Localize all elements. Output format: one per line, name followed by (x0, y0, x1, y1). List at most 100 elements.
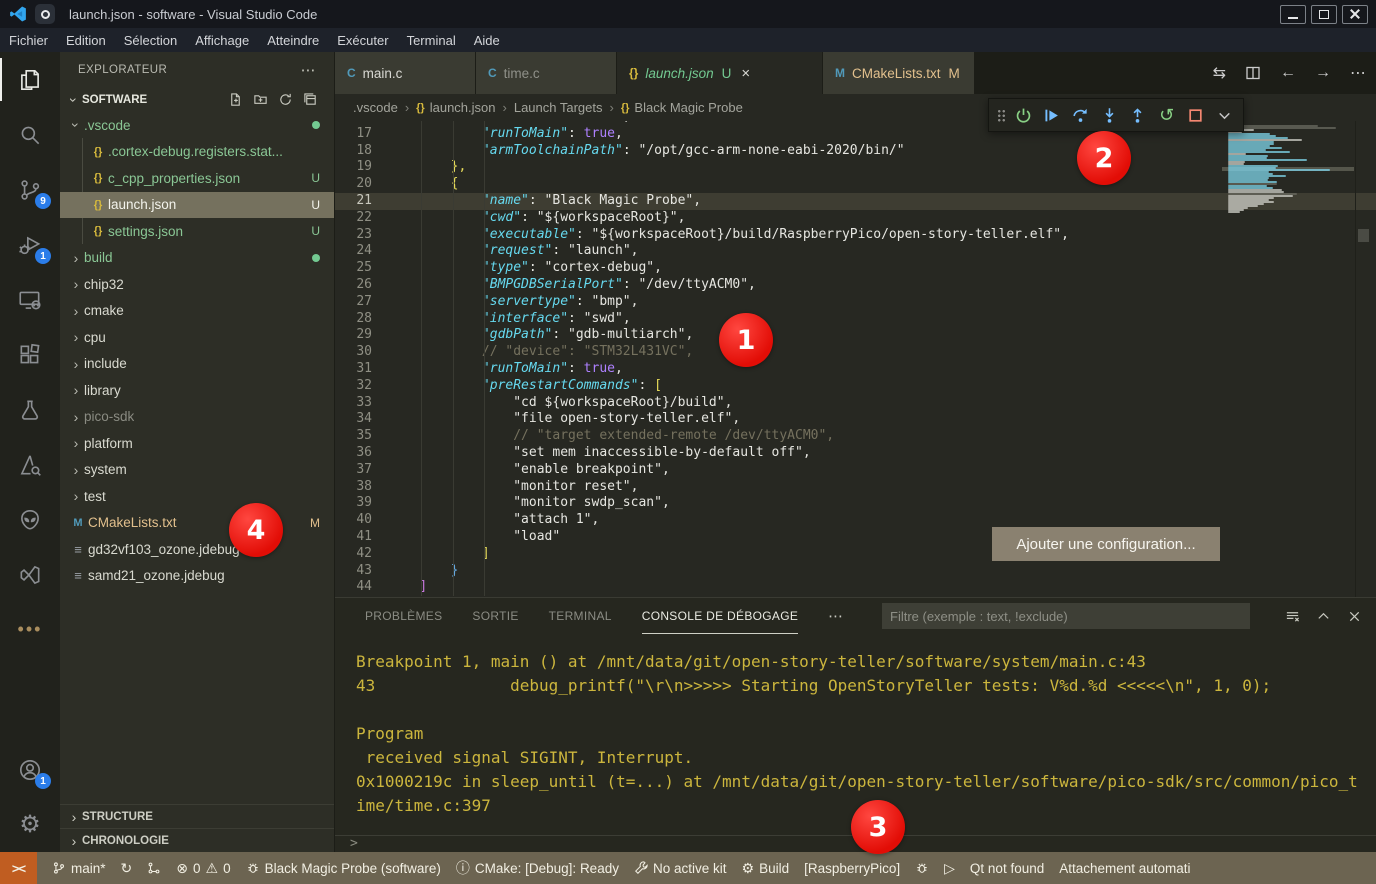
activity-alien-extension[interactable] (0, 492, 60, 547)
statusbar-item[interactable]: ↻ (121, 860, 133, 877)
code-line-21[interactable]: 21 "name": "Black Magic Probe", (335, 193, 1376, 210)
code-line-39[interactable]: 39 "monitor swdp_scan", (335, 495, 1376, 512)
maximize-button[interactable] (1311, 5, 1337, 24)
code-line-32[interactable]: 32 "preRestartCommands": [ (335, 378, 1376, 395)
code-editor[interactable]: 16 "interface": "swd",17 "runToMain": tr… (335, 121, 1376, 597)
tree-item-settings.json[interactable]: {}settings.jsonU (60, 218, 334, 245)
section-chronologie[interactable]: ›CHRONOLOGIE (60, 828, 334, 852)
activity-testing[interactable] (0, 382, 60, 437)
code-line-19[interactable]: 19 }, (335, 159, 1376, 176)
code-line-25[interactable]: 25 "type": "cortex-debug", (335, 260, 1376, 277)
menu-terminal[interactable]: Terminal (398, 28, 465, 52)
menu-aide[interactable]: Aide (465, 28, 509, 52)
debug-power-button[interactable] (1012, 103, 1034, 127)
code-line-38[interactable]: 38 "monitor reset", (335, 479, 1376, 496)
statusbar-item-no-active-kit[interactable]: No active kit (634, 861, 727, 876)
tab-time.c[interactable]: Ctime.c (476, 52, 617, 94)
debug-continue-button[interactable] (1041, 103, 1063, 127)
tree-item-gd32vf103_ozone.jdebug[interactable]: ≡gd32vf103_ozone.jdebug (60, 536, 334, 563)
open-changes-icon[interactable]: ⇆ (1213, 63, 1226, 83)
editor-more-icon[interactable]: ⋯ (1350, 63, 1366, 83)
debug-restart-button[interactable]: ↺ (1156, 103, 1178, 127)
breadcrumb-item[interactable]: Black Magic Probe (634, 100, 742, 115)
menu-exécuter[interactable]: Exécuter (328, 28, 397, 52)
statusbar-item-build[interactable]: ⚙Build (742, 860, 790, 877)
activity-source-control[interactable]: 9 (0, 162, 60, 217)
activity-explorer[interactable] (0, 52, 60, 107)
code-line-43[interactable]: 43 } (335, 563, 1376, 580)
statusbar-item[interactable]: ▷ (944, 860, 955, 877)
tree-item-cpu[interactable]: ›cpu (60, 324, 334, 351)
statusbar-item[interactable] (915, 861, 929, 875)
code-line-28[interactable]: 28 "interface": "swd", (335, 311, 1376, 328)
minimap[interactable] (1228, 125, 1354, 595)
code-line-24[interactable]: 24 "request": "launch", (335, 243, 1376, 260)
menu-atteindre[interactable]: Atteindre (258, 28, 328, 52)
remote-indicator[interactable]: >< (0, 852, 37, 884)
tree-item-include[interactable]: ›include (60, 351, 334, 378)
activity-accounts[interactable]: 1 (0, 742, 60, 797)
tree-item-samd21_ozone.jdebug[interactable]: ≡samd21_ozone.jdebug (60, 563, 334, 590)
tree-item-.cortex-debug.registers.stat...[interactable]: {}.cortex-debug.registers.stat... (60, 139, 334, 166)
activity-remote-explorer[interactable] (0, 272, 60, 327)
debug-stop-button[interactable] (1185, 103, 1207, 127)
debug-console-output[interactable]: Breakpoint 1, main () at /mnt/data/git/o… (335, 634, 1376, 820)
statusbar-item-main-[interactable]: main* (52, 861, 106, 876)
add-configuration-button[interactable]: Ajouter une configuration... (992, 527, 1220, 561)
menu-edition[interactable]: Edition (57, 28, 115, 52)
clear-console-icon[interactable] (1285, 609, 1300, 624)
panel-tab-sortie[interactable]: SORTIE (472, 598, 518, 634)
collapse-all-icon[interactable] (303, 92, 318, 107)
tree-item-pico-sdk[interactable]: ›pico-sdk (60, 404, 334, 431)
code-line-20[interactable]: 20 { (335, 176, 1376, 193)
debug-step-into-button[interactable] (1098, 103, 1120, 127)
tab-CMakeLists.txt[interactable]: MCMakeLists.txtM (823, 52, 975, 94)
section-structure[interactable]: ›STRUCTURE (60, 804, 334, 828)
tree-item-c_cpp_properties.json[interactable]: {}c_cpp_properties.jsonU (60, 165, 334, 192)
activity-more[interactable]: ••• (0, 602, 60, 657)
code-line-33[interactable]: 33 "cd ${workspaceRoot}/build", (335, 395, 1376, 412)
code-line-44[interactable]: 44 ] (335, 579, 1376, 596)
tree-item-chip32[interactable]: ›chip32 (60, 271, 334, 298)
breadcrumb-item[interactable]: .vscode (353, 100, 398, 115)
menu-fichier[interactable]: Fichier (0, 28, 57, 52)
activity-cmake[interactable] (0, 437, 60, 492)
panel-tab-console-de-débogage[interactable]: CONSOLE DE DÉBOGAGE (642, 598, 798, 634)
panel-tab-problèmes[interactable]: PROBLÈMES (365, 598, 442, 634)
code-line-18[interactable]: 18 "armToolchainPath": "/opt/gcc-arm-non… (335, 143, 1376, 160)
code-line-29[interactable]: 29 "gdbPath": "gdb-multiarch", (335, 327, 1376, 344)
statusbar-item--raspberrypico-[interactable]: [RaspberryPico] (804, 861, 900, 876)
tree-item-library[interactable]: ›library (60, 377, 334, 404)
code-line-36[interactable]: 36 "set mem inaccessible-by-default off"… (335, 445, 1376, 462)
tree-item-system[interactable]: ›system (60, 457, 334, 484)
code-line-26[interactable]: 26 "BMPGDBSerialPort": "/dev/ttyACM0", (335, 277, 1376, 294)
breadcrumb-item[interactable]: launch.json (430, 100, 496, 115)
debug-filter-input[interactable] (882, 603, 1250, 629)
titlebar-app-icon[interactable] (35, 4, 55, 24)
tree-item-platform[interactable]: ›platform (60, 430, 334, 457)
code-line-31[interactable]: 31 "runToMain": true, (335, 361, 1376, 378)
maximize-panel-icon[interactable] (1316, 609, 1331, 624)
sidebar-more-button[interactable]: ⋯ (301, 61, 316, 79)
debug-step-out-button[interactable] (1127, 103, 1149, 127)
drag-handle-icon[interactable] (997, 109, 1005, 122)
tree-item-build[interactable]: ›build (60, 245, 334, 272)
menu-sélection[interactable]: Sélection (115, 28, 186, 52)
code-line-35[interactable]: 35 // "target extended-remote /dev/ttyAC… (335, 428, 1376, 445)
minimize-button[interactable] (1280, 5, 1306, 24)
editor-scrollbar[interactable] (1357, 107, 1370, 583)
split-editor-icon[interactable] (1245, 65, 1261, 81)
nav-back-icon[interactable]: ← (1280, 64, 1296, 82)
debug-step-over-button[interactable] (1070, 103, 1092, 127)
close-button[interactable] (1342, 5, 1368, 24)
tree-item-CMakeLists.txt[interactable]: MCMakeLists.txtM (60, 510, 334, 537)
tree-item-.vscode[interactable]: ›.vscode (60, 112, 334, 139)
activity-extensions[interactable] (0, 327, 60, 382)
panel-more-icon[interactable]: ⋯ (828, 607, 843, 625)
tab-launch.json[interactable]: {}launch.jsonU× (617, 52, 823, 94)
activity-run-debug[interactable]: 1 (0, 217, 60, 272)
debug-chevron-button[interactable] (1213, 103, 1235, 127)
statusbar-item-black-magic-probe-software-[interactable]: Black Magic Probe (software) (246, 861, 441, 876)
new-file-icon[interactable] (228, 92, 243, 107)
statusbar-item[interactable]: ⊗0⚠0 (176, 860, 230, 877)
